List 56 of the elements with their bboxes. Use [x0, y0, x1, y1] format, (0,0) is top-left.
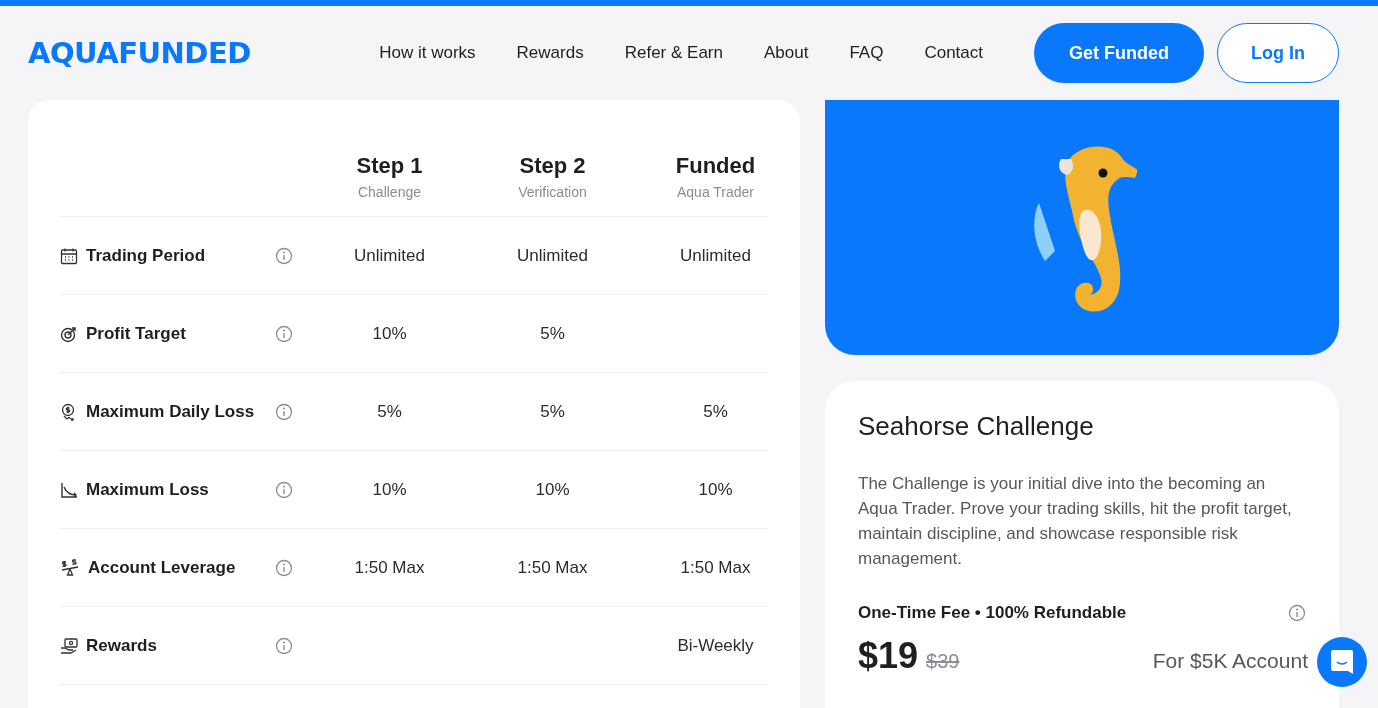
nav-link[interactable]: Rewards	[516, 43, 584, 63]
table-cell-text: Unlimited	[516, 245, 589, 266]
table-cell-text: 5%	[539, 323, 566, 344]
scale-dollar-icon	[60, 558, 80, 577]
get-funded-button[interactable]: Get Funded	[1034, 23, 1204, 83]
table-cell-text: Unlimited	[353, 245, 426, 266]
table-cell-text: Bi-Weekly	[676, 635, 755, 656]
log-in-button[interactable]: Log In	[1217, 23, 1339, 83]
column-subtitle: Verification	[518, 184, 587, 200]
nav-link[interactable]: Contact	[924, 43, 983, 63]
column-title: Step 2	[519, 153, 586, 179]
target-icon	[60, 324, 78, 343]
info-icon[interactable]	[275, 636, 293, 655]
chat-icon	[1330, 649, 1354, 675]
row-label: Trading Period	[86, 245, 206, 266]
nav-link[interactable]: FAQ	[849, 43, 884, 63]
table-cell-text: 5%	[702, 401, 729, 422]
price: $19	[858, 635, 919, 678]
calendar-icon	[60, 246, 78, 265]
row-label: Maximum Daily Loss	[86, 401, 255, 422]
table-cell-text: 1:50 Max	[679, 557, 752, 578]
column-subtitle: Challenge	[357, 184, 422, 200]
table-cell-text: 5%	[376, 401, 403, 422]
old-price: $39	[926, 650, 960, 674]
challenge-description: The Challenge is your initial dive into the becoming an Aqua Trader. Prove your trading skills, hit the profit target, maintain discipline, and showcase responsible risk management.	[858, 473, 1293, 571]
nav-link[interactable]: How it works	[379, 43, 476, 63]
info-icon[interactable]	[275, 324, 293, 343]
column-title: Funded	[675, 153, 756, 179]
nav-link[interactable]: Refer & Earn	[624, 43, 723, 63]
row-label: Profit Target	[86, 323, 186, 344]
column-title: Step 1	[356, 153, 423, 179]
info-icon[interactable]	[1288, 604, 1306, 623]
table-cell-text: Unlimited	[679, 245, 752, 266]
info-icon[interactable]	[275, 246, 293, 265]
table-cell-text: 1:50 Max	[353, 557, 426, 578]
nav-link[interactable]: About	[763, 43, 809, 63]
row-label: Rewards	[86, 635, 157, 656]
table-cell-text: 10%	[371, 479, 408, 500]
logo[interactable]: AQUAFUNDED	[28, 36, 251, 70]
row-label: Maximum Loss	[86, 479, 209, 500]
cash-hand-icon	[60, 636, 78, 655]
decline-chart-icon	[60, 480, 78, 499]
table-cell-text: 10%	[371, 323, 408, 344]
chat-button[interactable]	[1317, 637, 1367, 687]
info-icon[interactable]	[275, 402, 293, 421]
column-subtitle: Aqua Trader	[676, 184, 755, 200]
table-cell-text: 5%	[539, 401, 566, 422]
table-cell-text: 1:50 Max	[516, 557, 589, 578]
table-cell-text: 10%	[534, 479, 571, 500]
challenge-title: Seahorse Challenge	[858, 411, 1095, 443]
row-label: Account Leverage	[88, 557, 236, 578]
info-icon[interactable]	[275, 480, 293, 499]
info-icon[interactable]	[275, 558, 293, 577]
table-cell-text: 10%	[697, 479, 734, 500]
fee-label: One-Time Fee • 100% Refundable	[858, 603, 1127, 624]
account-size: For $5K Account	[1152, 649, 1308, 674]
